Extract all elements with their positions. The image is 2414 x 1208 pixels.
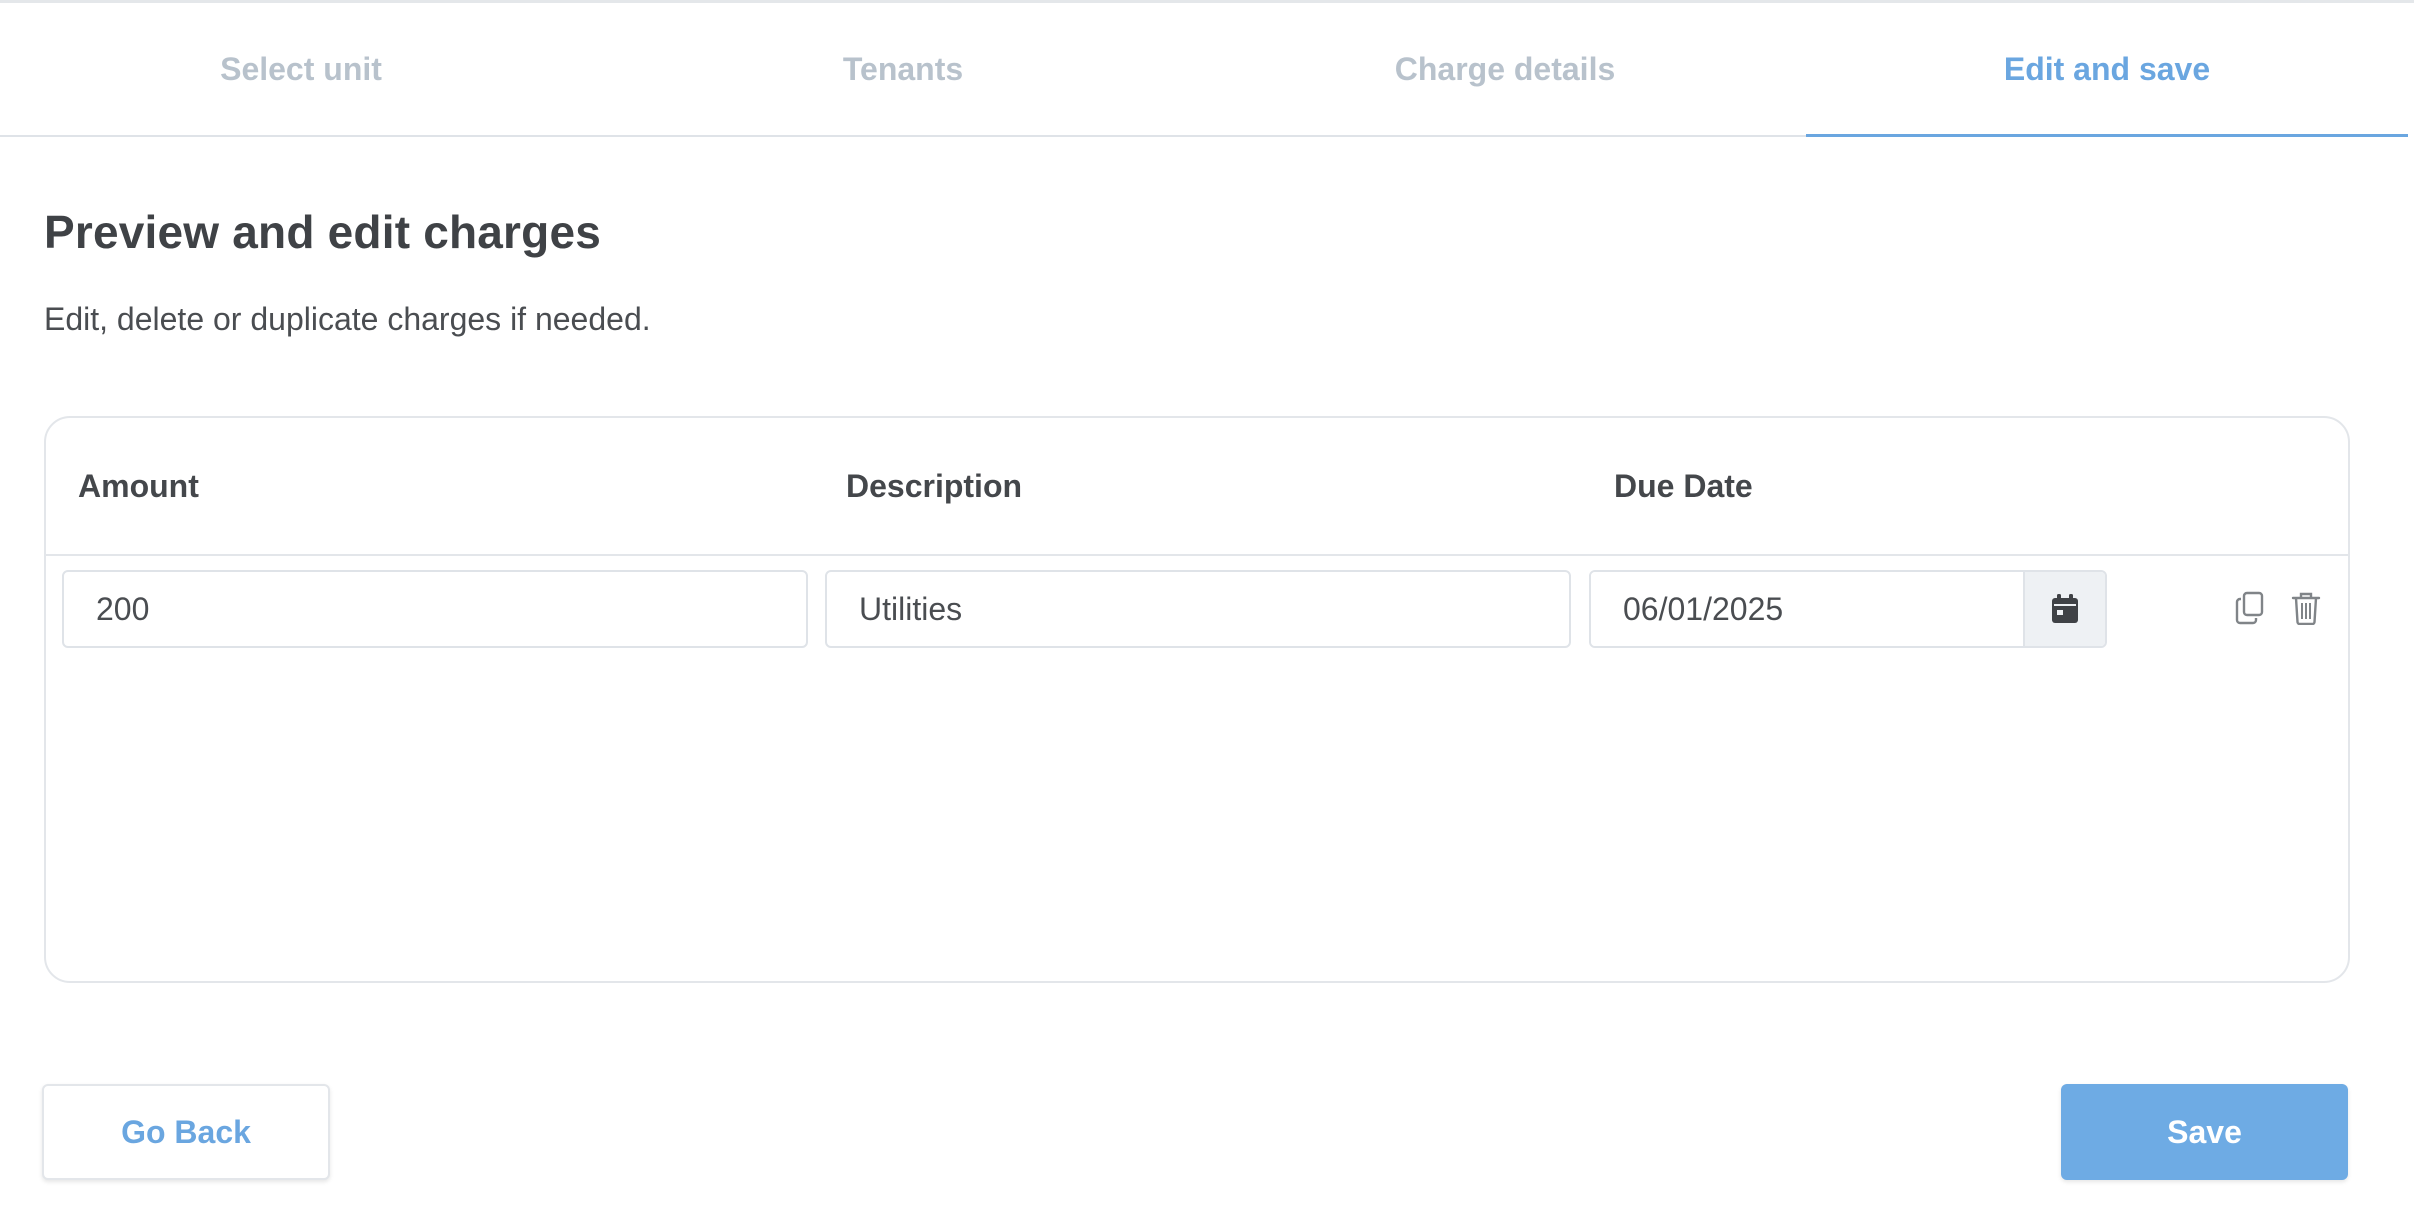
delete-charge-button[interactable] (2288, 588, 2324, 628)
due-date-field (1589, 570, 2107, 648)
charges-table-card: Amount Description Due Date (44, 416, 2350, 983)
page-subtitle: Edit, delete or duplicate charges if nee… (44, 301, 651, 337)
due-date-input[interactable] (1591, 572, 2023, 646)
step-edit-and-save[interactable]: Edit and save (1806, 3, 2408, 137)
duplicate-icon (2235, 591, 2264, 625)
calendar-button[interactable] (2023, 572, 2105, 646)
go-back-button[interactable]: Go Back (42, 1084, 330, 1180)
charges-table-header: Amount Description Due Date (46, 418, 2348, 556)
step-select-unit[interactable]: Select unit (0, 3, 602, 135)
description-input[interactable] (825, 570, 1571, 648)
column-header-description: Description (846, 468, 1023, 504)
calendar-icon (2052, 594, 2078, 623)
duplicate-charge-button[interactable] (2232, 588, 2268, 628)
charges-wizard-page: Select unit Tenants Charge details Edit … (0, 0, 2414, 1208)
row-actions (2232, 588, 2324, 628)
step-charge-details[interactable]: Charge details (1204, 3, 1806, 135)
column-header-due-date: Due Date (1614, 468, 1753, 504)
trash-icon (2291, 592, 2321, 625)
column-header-amount: Amount (78, 468, 199, 504)
stepper-tabs: Select unit Tenants Charge details Edit … (0, 3, 2408, 137)
step-tenants[interactable]: Tenants (602, 3, 1204, 135)
save-button[interactable]: Save (2061, 1084, 2348, 1180)
amount-input[interactable] (62, 570, 808, 648)
page-title: Preview and edit charges (44, 206, 602, 258)
